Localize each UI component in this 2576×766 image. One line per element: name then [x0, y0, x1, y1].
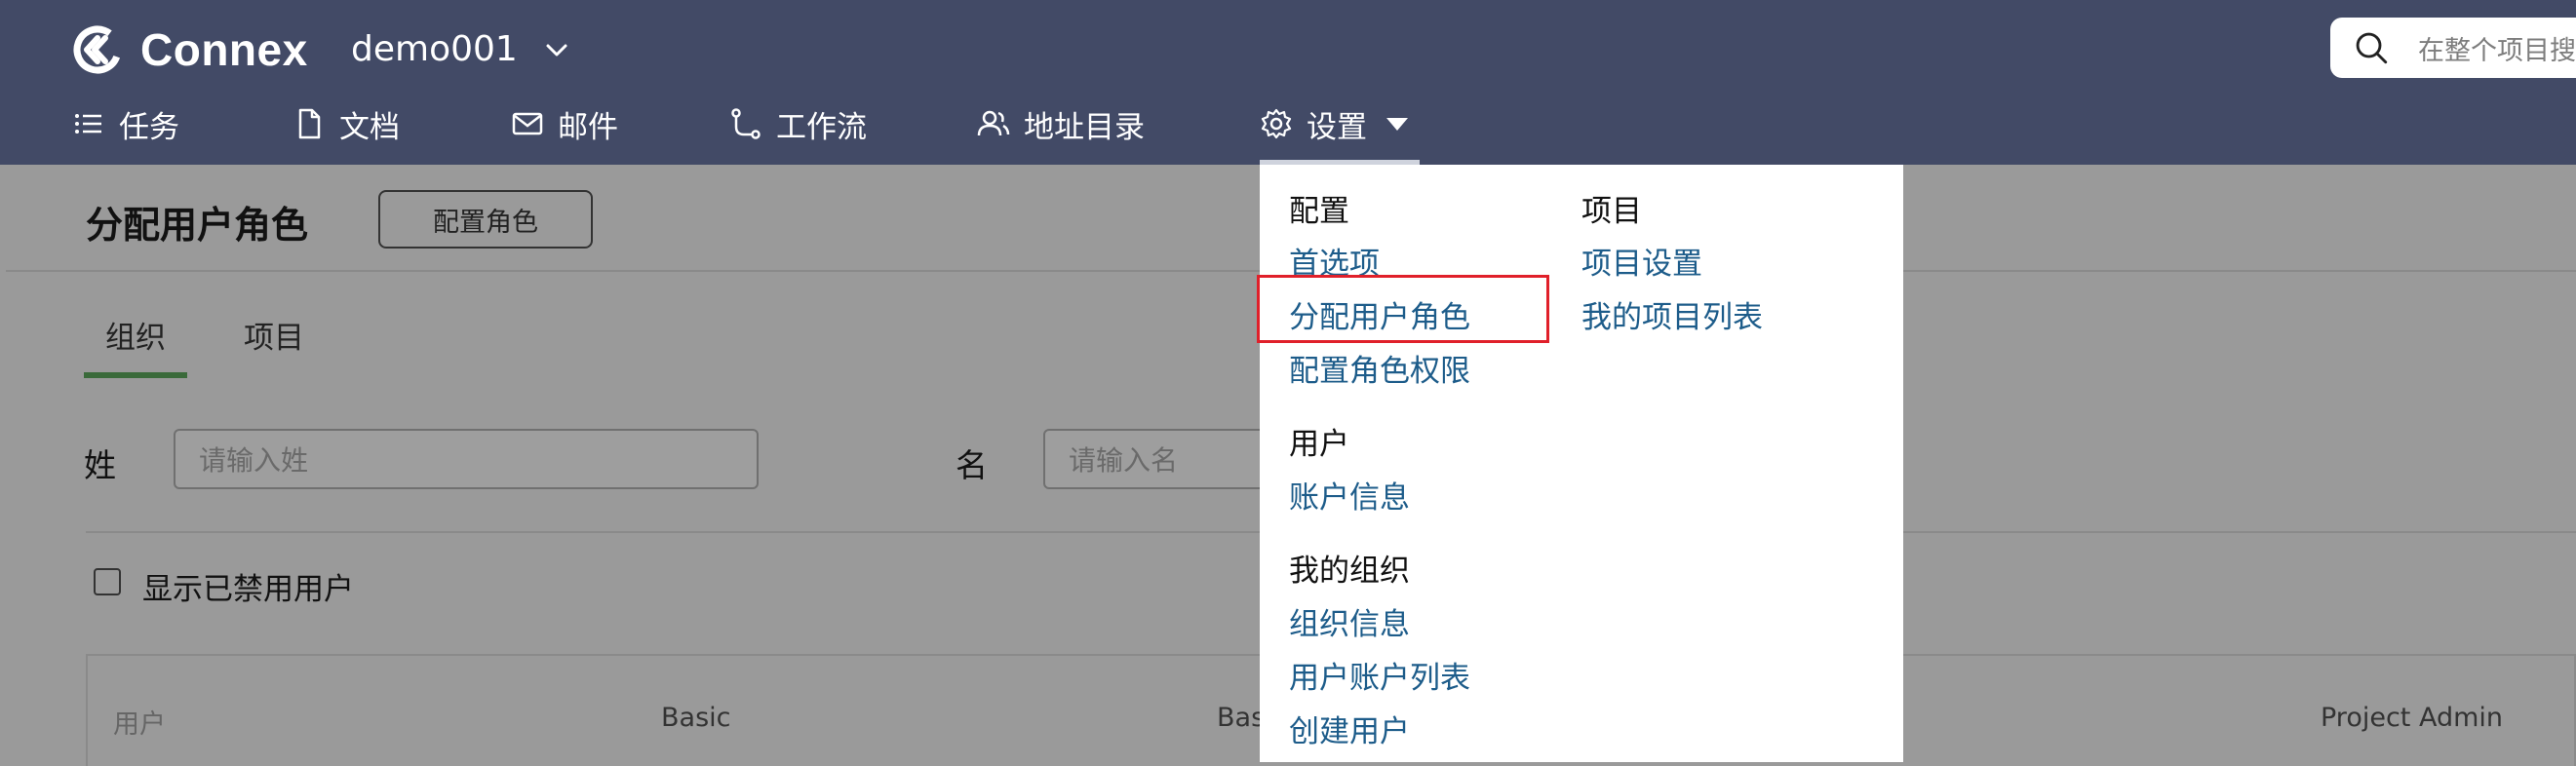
configure-roles-button[interactable]: 配置角色 — [378, 190, 593, 249]
nav-tasks-label: 任务 — [119, 109, 179, 145]
nav-mail-label: 邮件 — [558, 109, 618, 145]
brand-name: Connex — [140, 24, 308, 75]
nav-workflow[interactable]: 工作流 — [729, 99, 867, 148]
show-disabled-checkbox[interactable] — [94, 568, 121, 595]
nav-tasks[interactable]: 任务 — [72, 99, 179, 148]
menu-item-account-info[interactable]: 账户信息 — [1289, 473, 1410, 517]
global-search[interactable]: 在整个项目搜 — [2330, 18, 2576, 78]
search-input[interactable]: 在整个项目搜 — [2418, 29, 2576, 67]
gear-icon — [1261, 108, 1292, 139]
tab-project[interactable]: 项目 — [244, 313, 304, 357]
menu-item-my-project-list[interactable]: 我的项目列表 — [1581, 292, 1763, 336]
nav-workflow-label: 工作流 — [776, 109, 867, 145]
nav-docs[interactable]: 文档 — [293, 99, 400, 148]
column-header-basic: Basic — [661, 703, 731, 733]
menu-heading-my-org: 我的组织 — [1289, 554, 1410, 589]
workspace-switcher[interactable]: demo001 — [351, 29, 570, 69]
workspace-name: demo001 — [351, 29, 518, 69]
menu-item-configure-role-permissions[interactable]: 配置角色权限 — [1289, 346, 1470, 390]
last-name-label: 姓 — [84, 446, 116, 484]
search-icon — [2356, 32, 2388, 64]
list-icon — [75, 114, 101, 134]
mail-icon — [512, 112, 543, 135]
menu-heading-config: 配置 — [1289, 194, 1349, 229]
top-header: Connex demo001 在整个项目搜 任务 文档 邮件 工作流 地址目录 … — [0, 0, 2576, 165]
chevron-down-icon — [546, 44, 567, 56]
settings-dropdown-menu: 配置 首选项 分配用户角色 配置角色权限 用户 账户信息 我的组织 组织信息 用… — [1260, 165, 1903, 762]
users-icon — [977, 110, 1010, 136]
active-tab-indicator — [84, 372, 187, 378]
menu-heading-project: 项目 — [1581, 194, 1642, 229]
menu-item-org-info[interactable]: 组织信息 — [1289, 599, 1410, 643]
menu-item-project-settings[interactable]: 项目设置 — [1581, 239, 1702, 283]
brand-logo[interactable]: Connex — [72, 18, 308, 82]
nav-settings-label: 设置 — [1307, 109, 1367, 145]
workflow-icon — [731, 108, 761, 139]
tab-organization[interactable]: 组织 — [105, 313, 166, 357]
menu-item-user-account-list[interactable]: 用户账户列表 — [1289, 653, 1470, 697]
menu-item-create-user[interactable]: 创建用户 — [1289, 707, 1410, 750]
caret-down-icon — [1386, 118, 1408, 131]
first-name-label: 名 — [956, 446, 988, 484]
nav-docs-label: 文档 — [339, 109, 400, 145]
nav-directory-label: 地址目录 — [1024, 109, 1145, 145]
column-header-basic-2: Bas — [1217, 703, 1266, 733]
nav-mail[interactable]: 邮件 — [511, 99, 618, 148]
nav-directory[interactable]: 地址目录 — [977, 99, 1145, 148]
highlight-box — [1257, 275, 1549, 343]
connex-logo-icon — [73, 25, 122, 74]
document-icon — [298, 108, 321, 139]
menu-heading-user: 用户 — [1289, 427, 1349, 462]
page-title: 分配用户角色 — [86, 204, 309, 247]
show-disabled-label: 显示已禁用用户 — [142, 572, 354, 607]
first-name-input[interactable]: 请输入名 — [1043, 429, 1277, 489]
column-header-user: 用户 — [113, 709, 166, 740]
nav-settings[interactable]: 设置 — [1260, 99, 1410, 148]
last-name-input[interactable]: 请输入姓 — [174, 429, 759, 489]
column-header-project-admin: Project Admin — [2321, 703, 2504, 733]
